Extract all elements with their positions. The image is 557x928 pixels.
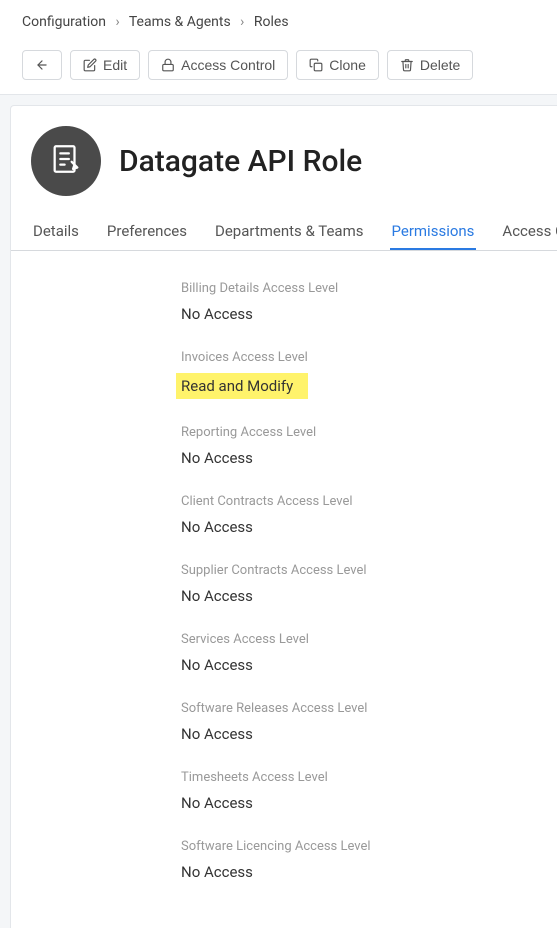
clone-button-label: Clone <box>329 57 366 73</box>
breadcrumb: Configuration › Teams & Agents › Roles <box>0 0 557 42</box>
tab-departments-teams[interactable]: Departments & Teams <box>213 214 366 250</box>
permission-label: Reporting Access Level <box>181 425 537 440</box>
permission-item: Client Contracts Access Level No Access <box>181 494 537 537</box>
permission-label: Invoices Access Level <box>181 350 537 365</box>
edit-button[interactable]: Edit <box>70 50 140 80</box>
permission-value: No Access <box>181 517 253 537</box>
permission-value: No Access <box>181 655 253 675</box>
content-card: Datagate API Role Details Preferences De… <box>10 105 557 928</box>
access-control-button-label: Access Control <box>181 57 275 73</box>
permission-item: Billing Details Access Level No Access <box>181 281 537 324</box>
permission-item: Timesheets Access Level No Access <box>181 770 537 813</box>
permission-value: No Access <box>181 586 253 606</box>
page-title: Datagate API Role <box>119 144 362 179</box>
document-edit-icon <box>49 142 83 180</box>
permission-item: Software Releases Access Level No Access <box>181 701 537 744</box>
lock-icon <box>161 58 175 72</box>
tab-details[interactable]: Details <box>31 214 81 250</box>
permission-value: Read and Modify <box>176 373 308 399</box>
delete-button[interactable]: Delete <box>387 50 473 80</box>
permission-label: Software Licencing Access Level <box>181 839 537 854</box>
permission-value: No Access <box>181 862 253 882</box>
breadcrumb-item[interactable]: Configuration <box>22 14 106 30</box>
permission-value: No Access <box>181 793 253 813</box>
permission-value: No Access <box>181 448 253 468</box>
permission-label: Services Access Level <box>181 632 537 647</box>
permission-item: Supplier Contracts Access Level No Acces… <box>181 563 537 606</box>
tabs: Details Preferences Departments & Teams … <box>11 206 557 251</box>
trash-icon <box>400 58 414 72</box>
clone-button[interactable]: Clone <box>296 50 379 80</box>
permission-item: Invoices Access Level Read and Modify <box>181 350 537 399</box>
permissions-list: Billing Details Access Level No Access I… <box>11 251 557 928</box>
permission-label: Software Releases Access Level <box>181 701 537 716</box>
access-control-button[interactable]: Access Control <box>148 50 288 80</box>
permission-label: Timesheets Access Level <box>181 770 537 785</box>
back-button[interactable] <box>22 50 62 80</box>
chevron-right-icon: › <box>115 14 119 30</box>
permission-value: No Access <box>181 724 253 744</box>
page-header: Datagate API Role <box>11 106 557 206</box>
copy-icon <box>309 58 323 72</box>
arrow-left-icon <box>35 58 49 72</box>
permission-item: Software Licencing Access Level No Acces… <box>181 839 537 882</box>
tab-permissions[interactable]: Permissions <box>390 214 477 250</box>
chevron-right-icon: › <box>240 14 244 30</box>
tab-access-control[interactable]: Access C <box>500 214 557 250</box>
breadcrumb-item[interactable]: Roles <box>254 14 289 30</box>
permission-label: Supplier Contracts Access Level <box>181 563 537 578</box>
delete-button-label: Delete <box>420 57 460 73</box>
breadcrumb-item[interactable]: Teams & Agents <box>129 14 231 30</box>
permission-item: Services Access Level No Access <box>181 632 537 675</box>
toolbar: Edit Access Control Clone Delete <box>0 42 557 95</box>
permission-label: Client Contracts Access Level <box>181 494 537 509</box>
edit-icon <box>83 58 97 72</box>
permission-value: No Access <box>181 304 253 324</box>
permission-item: Reporting Access Level No Access <box>181 425 537 468</box>
edit-button-label: Edit <box>103 57 127 73</box>
permission-label: Billing Details Access Level <box>181 281 537 296</box>
tab-preferences[interactable]: Preferences <box>105 214 189 250</box>
role-avatar <box>31 126 101 196</box>
